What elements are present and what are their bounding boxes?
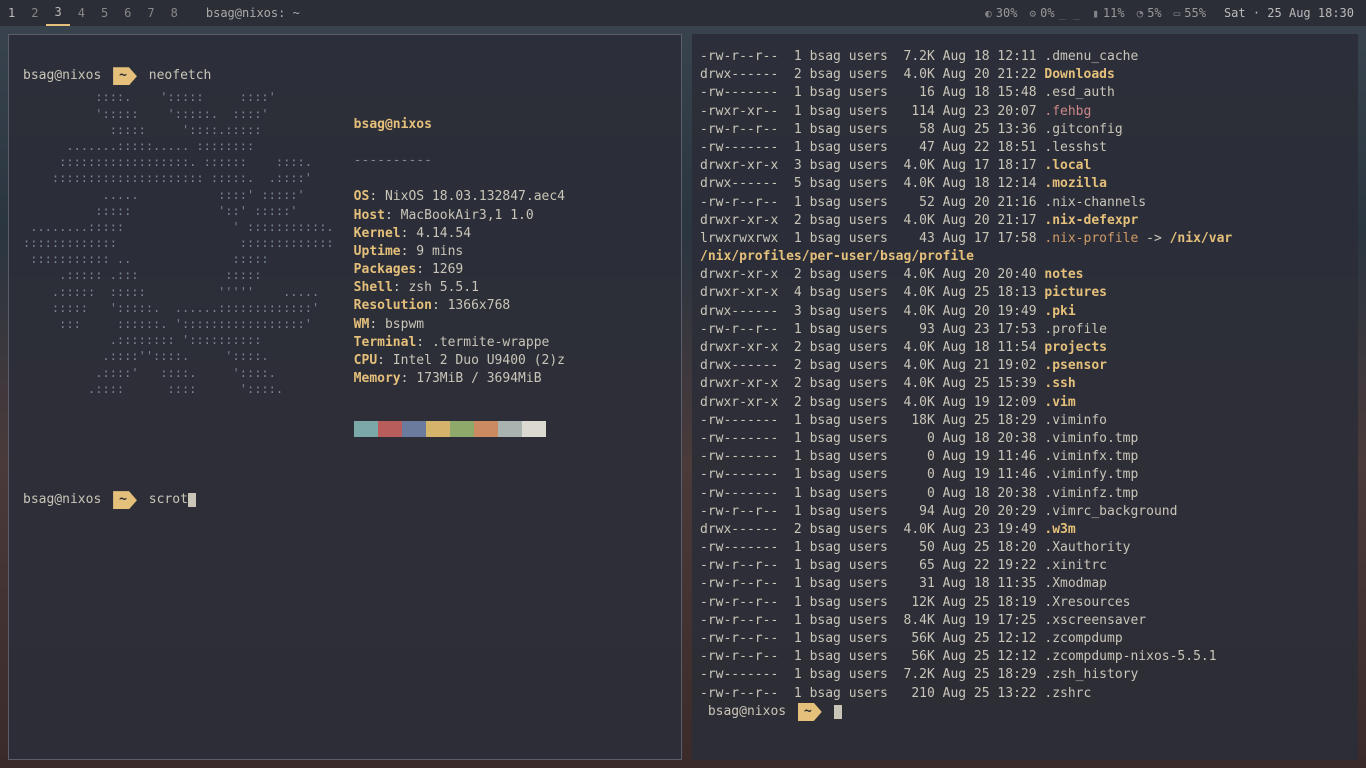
ls-row: -rw-r--r-- 1 bsag users 94 Aug 20 20:29 … bbox=[700, 503, 1344, 521]
memory-status: ▮11% bbox=[1086, 6, 1130, 20]
workspace-8[interactable]: 8 bbox=[163, 0, 186, 26]
color-swatch bbox=[402, 421, 426, 437]
color-swatch bbox=[522, 421, 546, 437]
workspace-3[interactable]: 3 bbox=[46, 0, 69, 26]
gear-icon: ⚙ bbox=[1029, 7, 1036, 20]
cpu-status: ⚙0% _ _ bbox=[1023, 6, 1086, 20]
ls-row: -rw-r--r-- 1 bsag users 65 Aug 22 19:22 … bbox=[700, 557, 1344, 575]
workspace-7[interactable]: 7 bbox=[139, 0, 162, 26]
ls-row: drwxr-xr-x 2 bsag users 4.0K Aug 20 21:1… bbox=[700, 212, 1344, 230]
prompt-line-1: bsag@nixos ~ neofetch bbox=[23, 68, 211, 83]
ls-row: drwxr-xr-x 2 bsag users 4.0K Aug 18 11:5… bbox=[700, 339, 1344, 357]
memory-icon: ▮ bbox=[1092, 7, 1099, 20]
disk-icon: ◔ bbox=[1137, 7, 1144, 20]
color-swatch bbox=[354, 421, 378, 437]
ls-row: -rw-r--r-- 1 bsag users 93 Aug 23 17:53 … bbox=[700, 321, 1344, 339]
info-title: bsag@nixos bbox=[354, 116, 565, 134]
ls-row: -rw-r--r-- 1 bsag users 12K Aug 25 18:19… bbox=[700, 594, 1344, 612]
terminal-left[interactable]: bsag@nixos ~ neofetch ::::. '::::: ::::'… bbox=[8, 34, 682, 760]
ls-row: -rw------- 1 bsag users 0 Aug 19 11:46 .… bbox=[700, 466, 1344, 484]
disk-status: ◔5% bbox=[1131, 6, 1168, 20]
ls-row: -rw-r--r-- 1 bsag users 56K Aug 25 12:12… bbox=[700, 648, 1344, 666]
info-row: Uptime: 9 mins bbox=[354, 243, 565, 261]
info-row: OS: NixOS 18.03.132847.aec4 bbox=[354, 188, 565, 206]
info-row: Terminal: .termite-wrappe bbox=[354, 334, 565, 352]
ls-row: drwxr-xr-x 2 bsag users 4.0K Aug 25 15:3… bbox=[700, 375, 1344, 393]
prompt-line-3: bsag@nixos ~ bbox=[700, 703, 1344, 721]
workspace-2[interactable]: 2 bbox=[23, 0, 46, 26]
workspace-5[interactable]: 5 bbox=[93, 0, 116, 26]
ls-row: -rw------- 1 bsag users 18K Aug 25 18:29… bbox=[700, 412, 1344, 430]
ls-row: -rw-r--r-- 1 bsag users 8.4K Aug 19 17:2… bbox=[700, 612, 1344, 630]
ls-row: -rw------- 1 bsag users 7.2K Aug 25 18:2… bbox=[700, 666, 1344, 684]
ls-row: -rw-r--r-- 1 bsag users 58 Aug 25 13:36 … bbox=[700, 121, 1344, 139]
neofetch-info: bsag@nixos ---------- OS: NixOS 18.03.13… bbox=[354, 97, 565, 454]
color-palette bbox=[354, 421, 565, 437]
info-dashes: ---------- bbox=[354, 152, 565, 170]
ls-row: -rw-r--r-- 1 bsag users 31 Aug 18 11:35 … bbox=[700, 575, 1344, 593]
neofetch-output: ::::. '::::: ::::' '::::: ':::::. ::::' … bbox=[23, 89, 667, 454]
ls-row: drwx------ 2 bsag users 4.0K Aug 21 19:0… bbox=[700, 357, 1344, 375]
window-area: bsag@nixos ~ neofetch ::::. '::::: ::::'… bbox=[0, 26, 1366, 768]
color-swatch bbox=[426, 421, 450, 437]
info-row: Shell: zsh 5.5.1 bbox=[354, 279, 565, 297]
battery-icon: ▭ bbox=[1174, 7, 1181, 20]
ls-row: -rw------- 1 bsag users 0 Aug 18 20:38 .… bbox=[700, 430, 1344, 448]
battery-status: ▭55% bbox=[1168, 6, 1212, 20]
ls-row: drwxr-xr-x 2 bsag users 4.0K Aug 19 12:0… bbox=[700, 394, 1344, 412]
ls-row: -rw------- 1 bsag users 16 Aug 18 15:48 … bbox=[700, 84, 1344, 102]
topbar: 12345678 bsag@nixos: ~ ◐30% ⚙0% _ _ ▮11%… bbox=[0, 0, 1366, 26]
color-swatch bbox=[378, 421, 402, 437]
color-swatch bbox=[450, 421, 474, 437]
ls-row: -rw------- 1 bsag users 50 Aug 25 18:20 … bbox=[700, 539, 1344, 557]
workspace-6[interactable]: 6 bbox=[116, 0, 139, 26]
cursor bbox=[188, 493, 196, 507]
ls-row: -rw------- 1 bsag users 0 Aug 18 20:38 .… bbox=[700, 485, 1344, 503]
ls-row: -rw------- 1 bsag users 0 Aug 19 11:46 .… bbox=[700, 448, 1344, 466]
workspace-1[interactable]: 1 bbox=[0, 0, 23, 26]
ls-row: drwx------ 2 bsag users 4.0K Aug 20 21:2… bbox=[700, 66, 1344, 84]
ls-row: -rw-r--r-- 1 bsag users 52 Aug 20 21:16 … bbox=[700, 194, 1344, 212]
workspace-list: 12345678 bbox=[0, 0, 186, 26]
info-row: Kernel: 4.14.54 bbox=[354, 225, 565, 243]
info-row: Packages: 1269 bbox=[354, 261, 565, 279]
terminal-right[interactable]: -rw-r--r-- 1 bsag users 7.2K Aug 18 12:1… bbox=[692, 34, 1358, 760]
ls-row: -rw------- 1 bsag users 47 Aug 22 18:51 … bbox=[700, 139, 1344, 157]
info-row: WM: bspwm bbox=[354, 316, 565, 334]
window-title: bsag@nixos: ~ bbox=[186, 6, 320, 20]
info-row: Resolution: 1366x768 bbox=[354, 297, 565, 315]
info-row: CPU: Intel 2 Duo U9400 (2)z bbox=[354, 352, 565, 370]
ls-row: drwx------ 5 bsag users 4.0K Aug 18 12:1… bbox=[700, 175, 1344, 193]
ls-row: drwx------ 3 bsag users 4.0K Aug 20 19:4… bbox=[700, 303, 1344, 321]
datetime: Sat · 25 Aug 18:30 bbox=[1212, 6, 1366, 20]
ls-row: -rw-r--r-- 1 bsag users 210 Aug 25 13:22… bbox=[700, 685, 1344, 703]
prompt-line-2: bsag@nixos ~ scrot bbox=[23, 492, 196, 507]
ls-row: drwxr-xr-x 4 bsag users 4.0K Aug 25 18:1… bbox=[700, 284, 1344, 302]
ls-row: -rw-r--r-- 1 bsag users 56K Aug 25 12:12… bbox=[700, 630, 1344, 648]
ascii-logo: ::::. '::::: ::::' '::::: ':::::. ::::' … bbox=[23, 89, 334, 454]
ls-row: -rw-r--r-- 1 bsag users 7.2K Aug 18 12:1… bbox=[700, 48, 1344, 66]
brightness-status: ◐30% bbox=[979, 6, 1023, 20]
ls-path-wrap: /nix/profiles/per-user/bsag/profile bbox=[700, 248, 1344, 266]
ls-row: lrwxrwxrwx 1 bsag users 43 Aug 17 17:58 … bbox=[700, 230, 1344, 248]
info-row: Host: MacBookAir3,1 1.0 bbox=[354, 207, 565, 225]
prompt-path: ~ bbox=[113, 491, 137, 509]
ls-row: drwxr-xr-x 2 bsag users 4.0K Aug 20 20:4… bbox=[700, 266, 1344, 284]
brightness-icon: ◐ bbox=[985, 7, 992, 20]
color-swatch bbox=[498, 421, 522, 437]
color-swatch bbox=[474, 421, 498, 437]
ls-row: drwxr-xr-x 3 bsag users 4.0K Aug 17 18:1… bbox=[700, 157, 1344, 175]
ls-row: drwx------ 2 bsag users 4.0K Aug 23 19:4… bbox=[700, 521, 1344, 539]
workspace-4[interactable]: 4 bbox=[70, 0, 93, 26]
info-row: Memory: 173MiB / 3694MiB bbox=[354, 370, 565, 388]
ls-row: -rwxr-xr-- 1 bsag users 114 Aug 23 20:07… bbox=[700, 103, 1344, 121]
prompt-path: ~ bbox=[113, 67, 137, 85]
